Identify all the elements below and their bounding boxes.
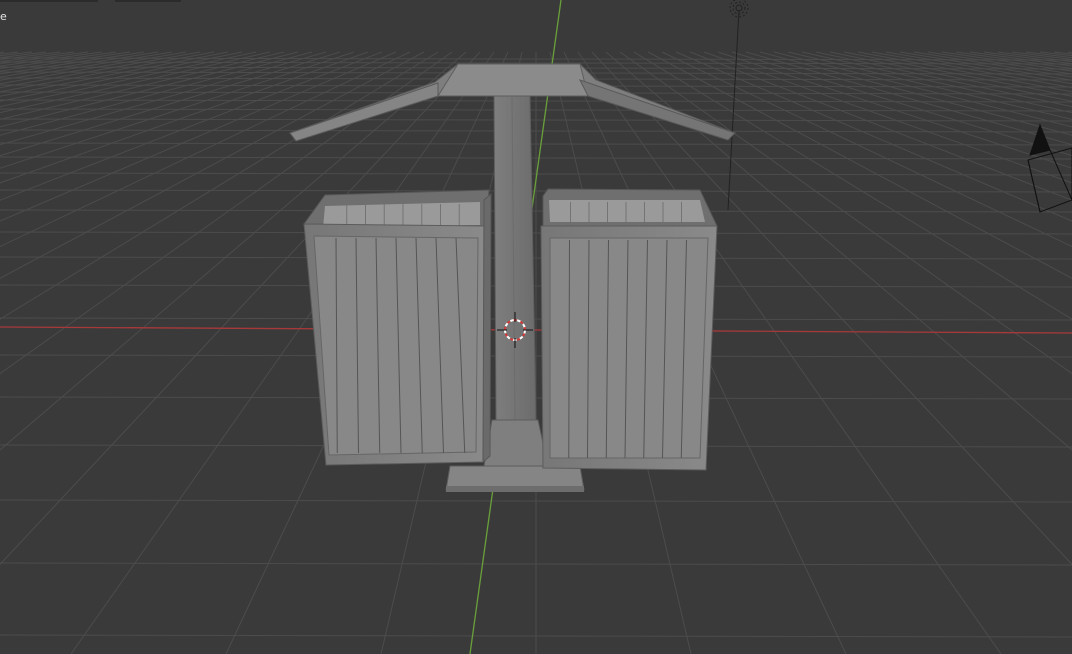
right-bin — [540, 188, 718, 471]
light-icon[interactable] — [727, 0, 749, 211]
support-pole — [493, 95, 537, 421]
viewport-scene — [0, 0, 1072, 654]
floor-grid — [0, 51, 1072, 654]
left-bin — [303, 189, 492, 466]
3d-viewport[interactable]: e — [0, 0, 1072, 654]
